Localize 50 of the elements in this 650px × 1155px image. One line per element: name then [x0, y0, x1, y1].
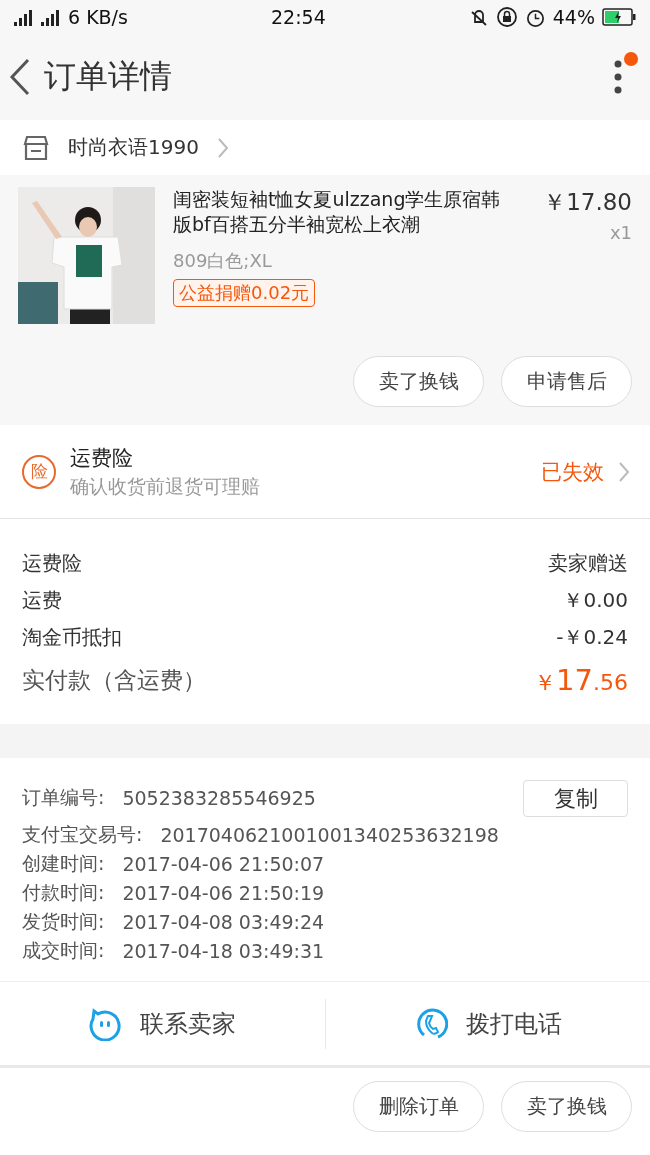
fee-value: 卖家赠送	[548, 550, 628, 577]
signal-icon	[41, 8, 61, 26]
insurance-subtitle: 确认收货前退货可理赔	[70, 473, 261, 499]
fee-value: ￥0.00	[563, 587, 628, 614]
chat-face-icon	[88, 1006, 123, 1041]
total-label: 实付款（含运费）	[22, 665, 206, 695]
info-value: 5052383285546925	[122, 787, 316, 809]
info-label: 付款时间:	[22, 880, 105, 905]
clock-time: 22:54	[270, 6, 326, 28]
rotation-lock-icon	[495, 6, 518, 28]
info-label: 订单编号:	[22, 785, 105, 810]
network-speed: 6 KB/s	[68, 6, 128, 28]
battery-icon	[602, 8, 636, 26]
fee-label: 运费	[22, 587, 62, 614]
insurance-title: 运费险	[70, 444, 134, 472]
more-icon[interactable]	[614, 60, 622, 94]
chevron-right-icon	[618, 460, 630, 483]
total-amount: ￥17.56	[534, 662, 628, 698]
chevron-right-icon	[216, 136, 229, 159]
back-icon[interactable]	[8, 57, 32, 97]
battery-percent: 44%	[552, 6, 595, 28]
action-button[interactable]: 卖了换钱	[353, 356, 484, 407]
action-button[interactable]: 删除订单	[353, 1081, 484, 1132]
info-value: 2017-04-08 03:49:24	[122, 911, 325, 933]
fee-label: 淘金币抵扣	[22, 624, 122, 651]
info-label: 支付宝交易号:	[22, 822, 143, 847]
product-title[interactable]: 闺密装短袖t恤女夏ulzzang学生原宿韩版bf百搭五分半袖宽松上衣潮	[173, 187, 509, 237]
info-label: 发货时间:	[22, 909, 105, 934]
product-quantity: x1	[609, 222, 632, 243]
copy-button[interactable]: 复制	[523, 780, 628, 817]
fee-label: 运费险	[22, 550, 82, 577]
contact-button[interactable]: 联系卖家	[0, 982, 325, 1065]
action-button[interactable]: 申请售后	[501, 356, 632, 407]
product-sku: 809白色;XL	[173, 249, 273, 273]
signal-icon	[14, 8, 34, 26]
shop-icon	[22, 134, 50, 161]
fee-value: -￥0.24	[556, 624, 628, 651]
shop-name[interactable]: 时尚衣语1990	[68, 134, 199, 161]
page-title: 订单详情	[44, 56, 173, 97]
info-label: 成交时间:	[22, 938, 105, 963]
insurance-badge: 险	[22, 454, 56, 489]
contact-button[interactable]: 拨打电话	[325, 982, 650, 1065]
product-price: ￥17.80	[543, 188, 632, 217]
info-value: 2017-04-06 21:50:07	[122, 853, 325, 875]
charity-tag: 公益捐赠0.02元	[173, 279, 316, 307]
action-button[interactable]: 卖了换钱	[501, 1081, 632, 1132]
info-label: 创建时间:	[22, 851, 105, 876]
info-value: 2017-04-18 03:49:31	[122, 940, 325, 962]
info-value: 2017040621001001340253632198	[160, 824, 499, 846]
info-value: 2017-04-06 21:50:19	[122, 882, 325, 904]
